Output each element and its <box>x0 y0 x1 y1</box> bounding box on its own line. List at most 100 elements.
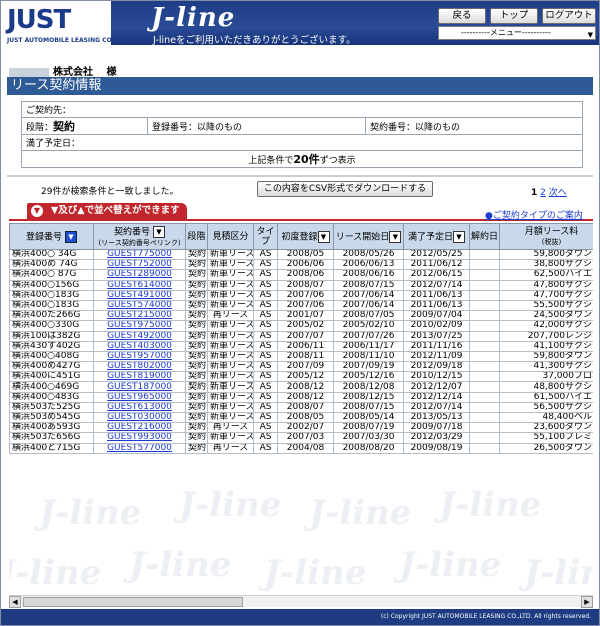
expiry-cell: 2012/03/29 <box>403 432 470 444</box>
site-header: JUST JUST AUTOMOBILE LEASING CO.,LTD. J-… <box>1 1 599 51</box>
expiry-cell: 2012/11/09 <box>403 350 470 363</box>
vehicle-name: ハイエー <box>565 269 593 280</box>
contractno-link[interactable]: GUEST289000 <box>93 269 186 281</box>
contractno-link[interactable]: GUEST030000 <box>93 411 186 424</box>
contractno-link[interactable]: GUEST614000 <box>93 279 186 291</box>
type-cell: AS <box>253 432 278 444</box>
col-first-reg: 初度登録 ▼ <box>277 223 334 250</box>
contract-table-container[interactable]: J-line J-line J-line J-line J-line J-lin… <box>9 223 593 595</box>
contract-type-guide-link[interactable]: ●ご契約タイプのご案内 <box>485 208 583 221</box>
monthly-fee-cell: 207,700レンジー <box>499 330 593 342</box>
sort-desc-icon[interactable]: ▼ <box>389 230 402 243</box>
contractno-link[interactable]: GUEST752000 <box>93 259 186 271</box>
stage-cell: 契約 <box>185 269 208 281</box>
display-count-cell: 上記条件で20件ずつ表示 <box>21 150 583 168</box>
contractno-link[interactable]: GUEST819000 <box>93 371 186 383</box>
regno-cell: 横浜430す402G <box>9 340 94 352</box>
regno-cell: 横浜400○183G <box>9 299 94 312</box>
cancel-date-cell <box>469 320 500 332</box>
first-reg-cell: 2008/12 <box>277 381 334 393</box>
horizontal-scrollbar[interactable]: ◀ ▶ <box>9 595 593 608</box>
col-regno: 登録番号 ▼ <box>9 223 94 250</box>
contractno-link[interactable]: GUEST574000 <box>93 299 186 312</box>
top-button[interactable]: トップ <box>490 8 538 24</box>
expiry-cell: 2012/06/15 <box>403 269 470 281</box>
monthly-fee-cell: 38,800サクシー <box>499 259 593 271</box>
expiry-cell: 2011/06/13 <box>403 289 470 301</box>
contractno-link[interactable]: GUEST613000 <box>93 401 186 414</box>
display-suffix: ずつ表示 <box>319 156 356 166</box>
quote-type-cell: 新車リース <box>207 340 254 352</box>
regno-cell: 横浜400○183G <box>9 289 94 301</box>
scroll-left-icon[interactable]: ◀ <box>9 596 21 608</box>
contractno-link[interactable]: GUEST802000 <box>93 361 186 373</box>
first-reg-cell: 2008/12 <box>277 391 334 403</box>
table-row: 横浜503め545G GUEST030000 契約 新車リース AS 2008/05 200… <box>9 411 593 424</box>
watermark: J-line <box>399 545 502 585</box>
regno-cell: 横浜503め545G <box>9 411 94 424</box>
lease-start-cell: 2008/05/26 <box>333 248 404 261</box>
stage-cell: 契約 <box>185 279 208 291</box>
table-row: 横浜400○156G GUEST614000 契約 新車リース AS 2008/07 200… <box>9 279 593 291</box>
contractno-link[interactable]: GUEST957000 <box>93 350 186 363</box>
sort-desc-icon[interactable]: ▼ <box>152 225 165 238</box>
lease-start-cell: 2008/11/10 <box>333 350 404 363</box>
expiry-cell: 2012/07/14 <box>403 401 470 414</box>
contractno-link[interactable]: GUEST492000 <box>93 330 186 342</box>
vehicle-name: サクシー <box>564 402 593 412</box>
stage-label: 段階： <box>26 123 54 133</box>
contractno-link[interactable]: GUEST975000 <box>93 320 186 332</box>
company-logo[interactable]: JUST JUST AUTOMOBILE LEASING CO.,LTD. <box>7 7 130 47</box>
regno-cell: 横浜400○408G <box>9 350 94 363</box>
quote-type-cell: 新車リース <box>207 381 254 393</box>
contractno-link[interactable]: GUEST993000 <box>93 432 186 444</box>
contractno-link[interactable]: GUEST965000 <box>93 391 186 403</box>
page-2-link[interactable]: 2 <box>540 188 546 198</box>
next-page-link[interactable]: 次へ <box>549 188 567 198</box>
table-row: 横浜400○408G GUEST957000 契約 新車リース AS 2008/11 200… <box>9 350 593 363</box>
sort-asc-icon[interactable]: ▼ <box>64 230 77 243</box>
stage-cell: 契約 <box>185 422 208 434</box>
col-cancel-date: 解約日 <box>469 223 500 250</box>
lease-start-cell: 2008/07/05 <box>333 310 404 322</box>
quote-type-cell: 再リース <box>207 442 254 454</box>
scroll-right-icon[interactable]: ▶ <box>581 596 593 608</box>
sort-desc-icon[interactable]: ▼ <box>317 230 330 243</box>
vehicle-name: ダウンロ <box>564 310 593 321</box>
menu-select[interactable]: ----------メニュー---------- ▼ <box>438 26 596 40</box>
scrollbar-thumb[interactable] <box>23 597 243 607</box>
table-row: 横浜400○483G GUEST965000 契約 新車リース AS 2008/12 200… <box>9 391 593 403</box>
contractno-link[interactable]: GUEST216000 <box>93 422 186 434</box>
cancel-date-cell <box>469 299 500 312</box>
type-cell: AS <box>253 371 278 383</box>
back-button[interactable]: 戻る <box>438 8 486 24</box>
regno-cell: 横浜503た656G <box>9 432 94 444</box>
contractno-link[interactable]: GUEST577000 <box>93 442 186 454</box>
stage-cell: 契約 <box>185 350 208 363</box>
contractno-link[interactable]: GUEST215000 <box>93 310 186 322</box>
type-cell: AS <box>253 401 278 414</box>
quote-type-cell: 新車リース <box>207 289 254 301</box>
expiry-cell: 2012/12/14 <box>403 391 470 403</box>
contractno-link[interactable]: GUEST775000 <box>93 248 186 261</box>
vehicle-name: サクシー <box>564 280 593 290</box>
expiry-cell: 2011/06/12 <box>403 259 470 271</box>
vehicle-name: プロボ <box>573 371 593 382</box>
lease-start-cell: 2008/12/08 <box>333 381 404 393</box>
result-count: 29件が検索条件と一致しました。 <box>41 187 179 197</box>
quote-type-cell: 新車リース <box>207 330 254 342</box>
sort-desc-icon[interactable]: ▼ <box>453 230 465 243</box>
logout-button[interactable]: ログアウト <box>542 8 596 24</box>
csv-download-button[interactable]: この内容をCSV形式でダウンロードする <box>257 181 433 197</box>
lease-start-cell: 2008/06/16 <box>333 269 404 281</box>
first-reg-cell: 2007/06 <box>277 289 334 301</box>
contractno-link[interactable]: GUEST403000 <box>93 340 186 352</box>
stage-cell: 契約 <box>185 248 208 261</box>
monthly-fee-cell: 48,800サクシー <box>499 381 593 393</box>
contractno-link[interactable]: GUEST491000 <box>93 289 186 301</box>
vehicle-name: サクシー <box>564 259 593 270</box>
stage-cell: 契約 <box>185 259 208 271</box>
contractno-link[interactable]: GUEST187000 <box>93 381 186 393</box>
expiry-cell: 2009/07/04 <box>403 310 470 322</box>
type-cell: AS <box>253 350 278 363</box>
